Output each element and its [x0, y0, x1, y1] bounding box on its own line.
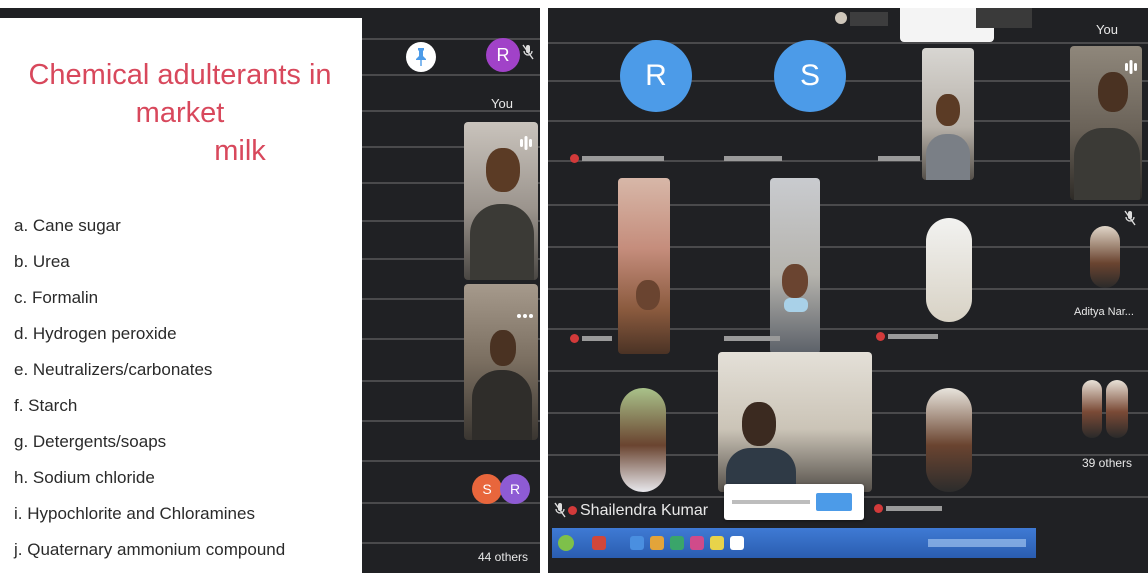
more-options-icon[interactable] — [516, 306, 534, 324]
active-speaker-name: Shailendra Kumar — [580, 502, 709, 519]
participant-video — [618, 178, 670, 354]
participant-video — [922, 48, 974, 180]
participant-avatar — [926, 388, 972, 492]
participant-name-label — [886, 506, 942, 511]
avatar-letter: S — [482, 481, 492, 497]
avatar-letter: R — [509, 481, 521, 497]
participant-name-label — [888, 334, 938, 339]
participant-avatar: R — [620, 40, 692, 112]
background-stripe — [362, 460, 540, 462]
avatar-letter: S — [799, 59, 820, 92]
participant-name: Aditya Nar... — [1074, 306, 1134, 318]
adulterant-list: a. Cane sugar b. Urea c. Formalin d. Hyd… — [14, 208, 285, 568]
participant-avatar — [1082, 380, 1102, 438]
list-item: g. Detergents/soaps — [14, 432, 167, 451]
list-item: i. Hypochlorite and Chloramines — [14, 504, 255, 523]
presenter-info-block — [850, 12, 888, 26]
mic-off-icon — [874, 504, 883, 513]
participant-avatar — [1106, 380, 1128, 438]
list-item: a. Cane sugar — [14, 216, 121, 235]
taskbar-app-icon[interactable] — [730, 536, 744, 550]
background-stripe — [362, 38, 540, 40]
list-item: j. Quaternary ammonium compound — [14, 540, 286, 559]
stop-sharing-button[interactable] — [816, 493, 852, 511]
participant-name-label — [724, 156, 782, 161]
self-label: You — [1096, 22, 1118, 37]
avatar-letter: R — [645, 59, 667, 92]
background-stripe — [362, 542, 540, 544]
right-meeting-screenshot: R S You Aditya Nar... 39 others Shailend… — [548, 8, 1148, 573]
list-item: b. Urea — [14, 252, 70, 271]
taskbar-app-icon[interactable] — [592, 536, 606, 550]
participant-avatar: R — [500, 474, 530, 504]
participant-video — [770, 178, 820, 354]
participant-name-label — [582, 336, 612, 341]
background-stripe — [548, 120, 1148, 122]
pin-icon[interactable] — [406, 42, 436, 72]
list-item: f. Starch — [14, 396, 78, 415]
self-avatar: R — [486, 38, 520, 72]
left-meeting-screenshot: Chemical adulterants in market milk a. C… — [0, 8, 540, 573]
taskbar — [552, 528, 1036, 558]
mic-off-icon — [554, 502, 566, 523]
system-tray — [928, 539, 1026, 547]
participant-video — [718, 352, 872, 492]
background-stripe — [362, 74, 540, 76]
taskbar-app-icon[interactable] — [670, 536, 684, 550]
recording-dot — [568, 506, 577, 515]
top-thumbnail — [976, 8, 1032, 28]
participant-name-label — [582, 156, 664, 161]
others-count: 44 others — [478, 550, 529, 564]
avatar-letter: R — [496, 44, 510, 65]
share-banner — [724, 484, 864, 520]
self-label: You — [491, 96, 513, 111]
mic-off-icon — [876, 332, 885, 341]
others-count: 39 others — [1082, 456, 1133, 470]
list-item: c. Formalin — [14, 288, 99, 307]
taskbar-app-icon[interactable] — [710, 536, 724, 550]
mic-off-icon — [570, 154, 579, 163]
background-stripe — [362, 110, 540, 112]
speaking-indicator-icon — [1124, 58, 1138, 81]
speaking-indicator-icon — [519, 134, 533, 157]
participant-avatar: S — [774, 40, 846, 112]
taskbar-app-icon[interactable] — [630, 536, 644, 550]
list-item: e. Neutralizers/carbonates — [14, 360, 213, 379]
participant-avatar: S — [472, 474, 502, 504]
list-item: h. Sodium chloride — [14, 468, 155, 487]
slide-title-line-1: Chemical adulterants in market — [28, 59, 332, 129]
taskbar-app-icon[interactable] — [690, 536, 704, 550]
presentation-slide: Chemical adulterants in market milk a. C… — [0, 18, 362, 573]
participant-name-label — [724, 336, 780, 341]
presenter-avatar — [835, 12, 847, 24]
start-icon[interactable] — [558, 535, 574, 551]
taskbar-app-icon[interactable] — [650, 536, 664, 550]
participant-name-label — [878, 156, 920, 161]
slide-title-line-2: milk — [214, 135, 266, 167]
mic-off-icon — [1124, 210, 1136, 231]
participant-avatar — [1090, 226, 1120, 288]
list-item: d. Hydrogen peroxide — [14, 324, 177, 343]
slide-title: Chemical adulterants in market milk — [10, 56, 350, 170]
participant-avatar — [620, 388, 666, 492]
participant-avatar — [926, 218, 972, 322]
mic-off-icon — [570, 334, 579, 343]
mic-off-icon — [522, 44, 534, 65]
